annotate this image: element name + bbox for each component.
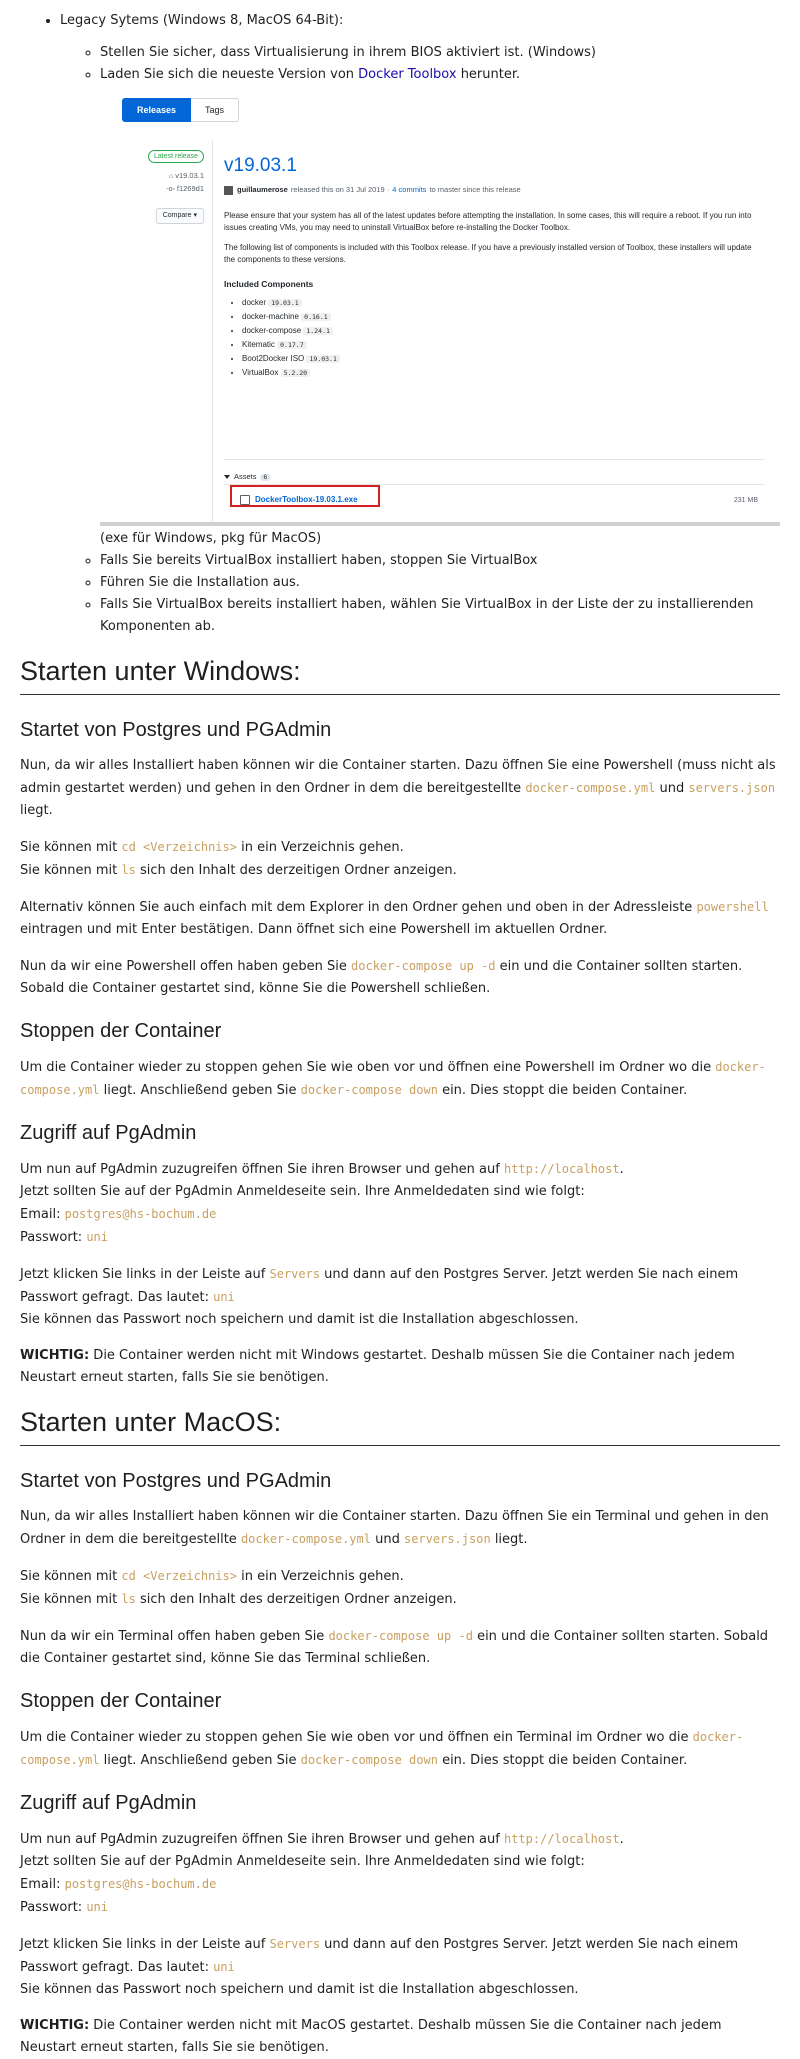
step-run-installer: Führen Sie die Installation aus. [100,572,780,594]
assets-count: 6 [259,474,272,481]
windows-stop-paragraph: Um die Container wieder zu stoppen gehen… [20,1060,766,1098]
macos-servers-paragraph: Jetzt klicken Sie links in der Leiste au… [20,1937,739,1997]
compare-button[interactable]: Compare ▾ [155,208,204,224]
tab-releases[interactable]: Releases [122,98,192,122]
macos-stop-paragraph: Um die Container wieder zu stoppen gehen… [20,1730,744,1768]
list-item: docker 19.03.1 [242,296,764,310]
windows-nav-hints: Sie können mit cd <Verzeichnis> in ein V… [20,840,457,878]
macos-stop-heading: Stoppen der Container [20,1690,222,1712]
tag-icon: ⌂ [168,173,174,180]
windows-start-heading: Startet von Postgres und PGAdmin [20,719,332,741]
release-meta: guillaumerose released this on 31 Jul 20… [224,184,764,196]
legacy-title: Legacy Sytems (Windows 8, MacOS 64-Bit): [60,13,344,28]
page: Legacy Sytems (Windows 8, MacOS 64-Bit):… [0,0,800,2059]
macos-start-heading: Startet von Postgres und PGAdmin [20,1470,332,1492]
windows-stop-heading: Stoppen der Container [20,1020,222,1042]
package-icon [240,495,250,505]
release-tabs: Releases Tags [122,98,240,122]
legacy-list: Legacy Sytems (Windows 8, MacOS 64-Bit):… [20,10,780,638]
author-name[interactable]: guillaumerose [237,184,288,196]
docker-toolbox-link[interactable]: Docker Toolbox [358,67,456,82]
list-item: VirtualBox 5.2.20 [242,366,764,380]
windows-explorer-hint: Alternativ können Sie auch einfach mit d… [20,900,769,937]
avatar [224,185,233,195]
windows-servers-paragraph: Jetzt klicken Sie links in der Leiste au… [20,1267,739,1327]
windows-access-heading: Zugriff auf PgAdmin [20,1122,197,1144]
release-sidebar: Latest release ⌂ v19.03.1 -o-f1269d1 Comp… [140,150,204,224]
tab-tags[interactable]: Tags [191,98,240,122]
divider [212,140,213,522]
latest-release-badge: Latest release [148,150,204,163]
release-title[interactable]: v19.03.1 [224,154,764,178]
macos-nav-hints: Sie können mit cd <Verzeichnis> in ein V… [20,1569,457,1607]
step-bios: Stellen Sie sicher, dass Virtualisierung… [100,42,780,64]
release-screenshot: Releases Tags Latest release ⌂ v19.03.1 -… [100,92,780,526]
asset-row: DockerToolbox-19.03.1.exe 231 MB [224,484,764,507]
macos-start-paragraph: Nun, da wir alles Installiert haben könn… [20,1509,769,1547]
chevron-down-icon: ▾ [193,212,197,219]
windows-warning: WICHTIG: Die Container werden nicht mit … [20,1348,735,1385]
macos-access-paragraph: Um nun auf PgAdmin zuzugreifen öffnen Si… [20,1832,624,1915]
macos-compose-up: Nun da wir ein Terminal offen haben gebe… [20,1629,769,1666]
step-stop-virtualbox: Falls Sie bereits VirtualBox installiert… [100,550,780,572]
release-notes-1: Please ensure that your system has all o… [224,211,752,232]
list-item: Boot2Docker ISO 19.03.1 [242,352,764,366]
included-components-heading: Included Components [224,279,314,289]
release-commit[interactable]: f1269d1 [177,184,204,193]
asset-download-link[interactable]: DockerToolbox-19.03.1.exe [240,489,358,511]
list-item: docker-machine 0.16.1 [242,310,764,324]
list-item: docker-compose 1.24.1 [242,324,764,338]
windows-start-paragraph: Nun, da wir alles Installiert haben könn… [20,758,776,818]
macos-access-heading: Zugriff auf PgAdmin [20,1792,197,1814]
release-tag[interactable]: v19.03.1 [175,171,204,180]
macos-warning: WICHTIG: Die Container werden nicht mit … [20,2018,722,2055]
download-caption: (exe für Windows, pkg für MacOS) [100,531,322,546]
commits-link[interactable]: 4 commits [392,184,426,196]
windows-compose-up: Nun da wir eine Powershell offen haben g… [20,959,743,996]
macos-heading: Starten unter MacOS: [20,1405,780,1446]
legacy-steps: Stellen Sie sicher, dass Virtualisierung… [60,42,780,638]
commit-icon: -o- [166,186,175,193]
release-body: v19.03.1 guillaumerose released this on … [224,144,764,380]
step-deselect-virtualbox: Falls Sie VirtualBox bereits installiert… [100,594,780,638]
legacy-item: Legacy Sytems (Windows 8, MacOS 64-Bit):… [60,10,780,638]
list-item: Kitematic 0.17.7 [242,338,764,352]
windows-heading: Starten unter Windows: [20,654,780,695]
release-notes-2: The following list of components is incl… [224,243,752,264]
windows-access-paragraph: Um nun auf PgAdmin zuzugreifen öffnen Si… [20,1162,624,1245]
caret-down-icon [224,475,230,480]
asset-size: 231 MB [733,497,758,504]
components-list: docker 19.03.1 docker-machine 0.16.1 doc… [224,296,764,380]
step-download: Laden Sie sich die neueste Version von D… [100,64,780,550]
